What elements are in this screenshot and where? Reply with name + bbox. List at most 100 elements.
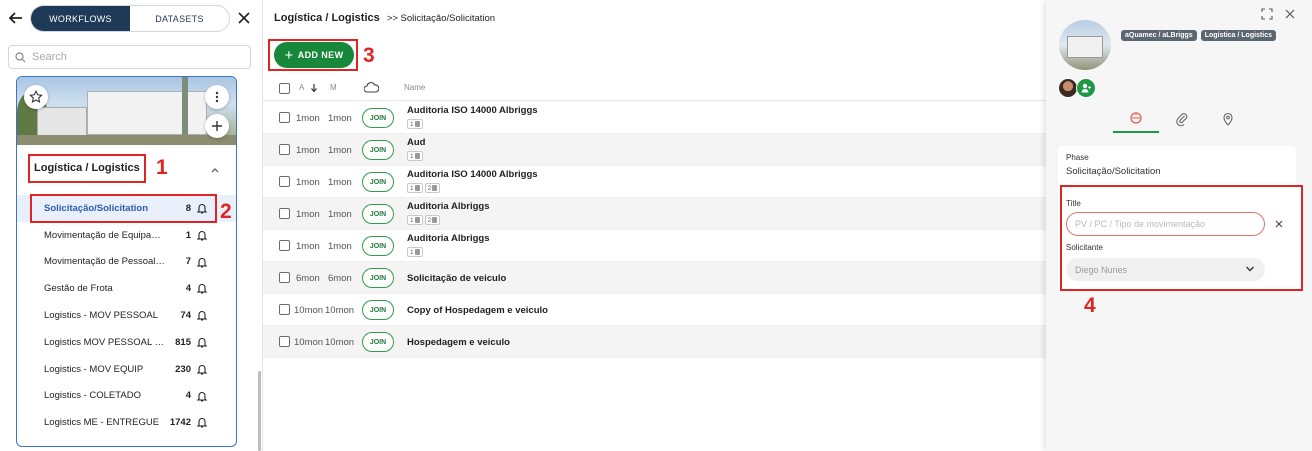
column-header-m[interactable]: M — [330, 83, 337, 92]
phase-item[interactable]: Solicitação/Solicitation 8 — [17, 195, 236, 222]
bell-icon[interactable] — [196, 336, 208, 349]
join-button[interactable]: JOIN — [362, 300, 394, 320]
company-tag[interactable]: aQuamec / aLBriggs — [1121, 30, 1197, 41]
add-new-button[interactable]: + ADD NEW — [274, 42, 354, 68]
join-button[interactable]: JOIN — [362, 108, 394, 128]
tab-workflows[interactable]: WORKFLOWS — [31, 6, 130, 31]
column-header-a[interactable]: A — [299, 83, 304, 92]
back-arrow-icon[interactable] — [7, 9, 25, 27]
bell-icon[interactable] — [196, 282, 208, 295]
table-row[interactable]: 1mon 1mon JOIN Auditoria ISO 14000 Albri… — [263, 102, 1046, 134]
row-name[interactable]: Auditoria Albriggs — [407, 201, 490, 212]
bell-icon[interactable] — [196, 390, 208, 403]
phase-item[interactable]: Logistics - MOV EQUIP 230 — [17, 356, 236, 383]
annotation-number: 1 — [156, 156, 168, 179]
close-icon[interactable] — [236, 10, 252, 26]
row-checkbox[interactable] — [279, 112, 290, 123]
phase-item[interactable]: Logistics ME - ENTREGUE 1742 — [17, 409, 236, 436]
table-row[interactable]: 1mon 1mon JOIN Aud 1 — [263, 134, 1046, 166]
row-checkbox[interactable] — [279, 304, 290, 315]
row-name[interactable]: Auditoria ISO 14000 Albriggs — [407, 169, 538, 180]
workflow-header[interactable]: Logística / Logistics — [17, 155, 236, 185]
tab-location[interactable] — [1205, 105, 1251, 133]
bell-icon[interactable] — [196, 202, 208, 215]
row-checkbox[interactable] — [279, 208, 290, 219]
phase-count: 1742 — [169, 417, 191, 429]
chevron-up-icon[interactable] — [210, 165, 220, 175]
phase-item[interactable]: Gestão de Frota 4 — [17, 275, 236, 302]
cloud-sync-icon[interactable] — [364, 81, 379, 95]
close-panel-icon[interactable] — [1284, 8, 1296, 20]
row-name[interactable]: Auditoria ISO 14000 Albriggs — [407, 105, 538, 116]
tab-datasets[interactable]: DATASETS — [130, 6, 229, 31]
bell-icon[interactable] — [196, 363, 208, 376]
bell-icon[interactable] — [196, 309, 208, 322]
plus-icon: + — [284, 46, 294, 64]
bell-icon[interactable] — [196, 256, 208, 269]
sidebar-scrollbar[interactable] — [258, 371, 261, 451]
row-name[interactable]: Auditoria Albriggs — [407, 233, 490, 244]
table-row[interactable]: 6mon 6mon JOIN Solicitação de veiculo — [263, 262, 1046, 294]
phase-label: Logistics ME - ENTREGUE — [44, 417, 160, 429]
solicitante-select[interactable]: Diego Nunes — [1066, 258, 1265, 281]
person-icon — [414, 153, 420, 159]
bell-icon[interactable] — [196, 416, 208, 429]
person-icon — [414, 217, 420, 223]
row-checkbox[interactable] — [279, 176, 290, 187]
row-checkbox[interactable] — [279, 144, 290, 155]
workflow-tag[interactable]: Logística / Logistics — [1200, 30, 1276, 41]
more-options-button[interactable] — [205, 85, 229, 109]
table-row[interactable]: 10mon 10mon JOIN Hospedagem e veiculo — [263, 326, 1046, 358]
favorite-star-button[interactable] — [24, 85, 48, 109]
row-age-a: 10mon — [294, 337, 324, 348]
join-button[interactable]: JOIN — [362, 332, 394, 352]
table-row[interactable]: 1mon 1mon JOIN Auditoria ISO 14000 Albri… — [263, 166, 1046, 198]
table-row[interactable]: 1mon 1mon JOIN Auditoria Albriggs 1 — [263, 230, 1046, 262]
tab-attachments[interactable] — [1159, 105, 1205, 133]
phase-label: Logistics - COLETADO — [44, 390, 141, 402]
column-header-name[interactable]: Name — [404, 83, 425, 92]
phase-item[interactable]: Logistics - COLETADO 4 — [17, 383, 236, 410]
join-button[interactable]: JOIN — [362, 204, 394, 224]
add-user-icon — [1081, 83, 1091, 93]
phase-item[interactable]: Logistics - MOV PESSOAL 74 — [17, 302, 236, 329]
add-phase-button[interactable] — [205, 114, 229, 138]
join-button[interactable]: JOIN — [362, 172, 394, 192]
phase-item[interactable]: Movimentação de Pessoal/Personnel 7 — [17, 249, 236, 276]
phase-label: Movimentação de Equipamentos — [44, 229, 166, 241]
phase-item[interactable]: Logistics MOV PESSOAL - ENTREGUE 815 — [17, 329, 236, 356]
table-row[interactable]: 10mon 10mon JOIN Copy of Hospedagem e ve… — [263, 294, 1046, 326]
participants-chip: 1 — [407, 183, 423, 193]
tab-form[interactable] — [1113, 105, 1159, 133]
join-button[interactable]: JOIN — [362, 268, 394, 288]
add-participant-button[interactable] — [1076, 78, 1096, 98]
row-checkbox[interactable] — [279, 336, 290, 347]
main-content: Logística / Logistics >> Solicitação/Sol… — [263, 0, 1046, 451]
star-icon — [29, 90, 43, 103]
sort-down-icon[interactable] — [310, 83, 318, 93]
table-row[interactable]: 1mon 1mon JOIN Auditoria Albriggs 1 2 — [263, 198, 1046, 230]
phase-item[interactable]: Movimentação de Equipamentos 1 — [17, 222, 236, 249]
row-age-m: 10mon — [325, 337, 355, 348]
row-name[interactable]: Copy of Hospedagem e veiculo — [407, 305, 548, 316]
join-button[interactable]: JOIN — [362, 140, 394, 160]
select-all-checkbox[interactable] — [279, 83, 290, 94]
row-name[interactable]: Aud — [407, 137, 425, 148]
breadcrumb-workflow[interactable]: Logística / Logistics — [274, 12, 380, 24]
row-age-m: 1mon — [328, 209, 352, 220]
row-age-a: 6mon — [296, 273, 320, 284]
clear-icon[interactable] — [1274, 219, 1284, 229]
file-icon — [432, 185, 438, 191]
title-input[interactable] — [1066, 212, 1265, 236]
row-checkbox[interactable] — [279, 272, 290, 283]
search-input[interactable] — [32, 51, 242, 63]
expand-icon[interactable] — [1261, 8, 1273, 20]
phase-field-value: Solicitação/Solicitation — [1066, 166, 1161, 177]
row-chips: 1 — [407, 119, 423, 129]
join-button[interactable]: JOIN — [362, 236, 394, 256]
avatar[interactable] — [1058, 78, 1078, 98]
row-name[interactable]: Solicitação de veiculo — [407, 273, 506, 284]
row-name[interactable]: Hospedagem e veiculo — [407, 337, 510, 348]
bell-icon[interactable] — [196, 229, 208, 242]
row-checkbox[interactable] — [279, 240, 290, 251]
